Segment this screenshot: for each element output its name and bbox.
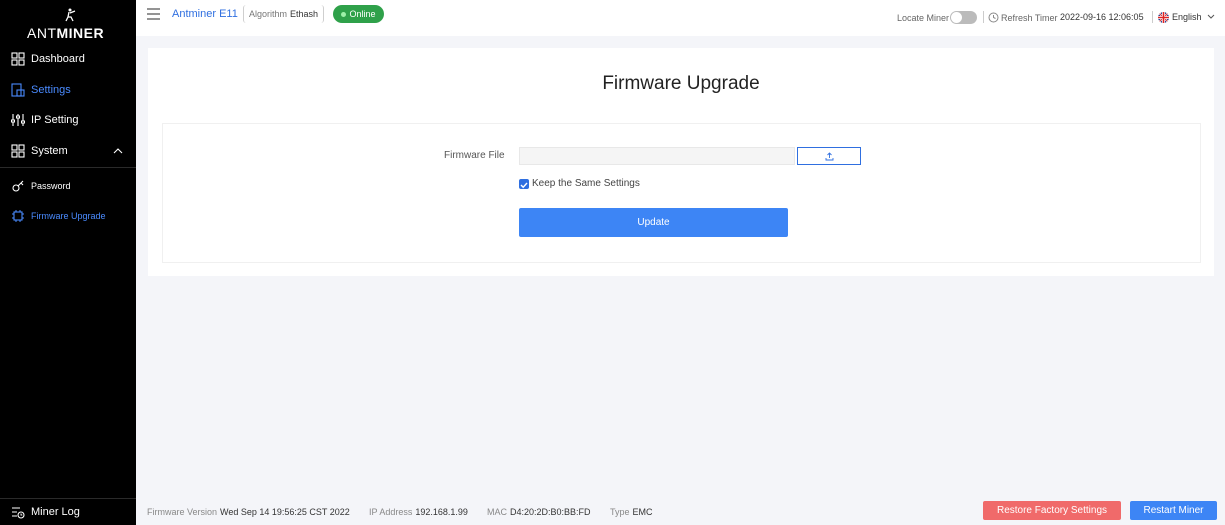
type-info: Type EMC xyxy=(610,507,653,517)
algorithm-badge: Algorithm Ethash xyxy=(243,5,325,23)
chevron-up-icon[interactable] xyxy=(112,145,124,157)
refresh-timer-label: Refresh Timer xyxy=(1001,13,1058,23)
status-dot xyxy=(341,11,347,17)
ip-address-value: 192.168.1.99 xyxy=(415,507,468,517)
ip-address-label: IP Address xyxy=(369,507,413,517)
algorithm-value: Ethash xyxy=(290,9,319,19)
key-icon xyxy=(12,180,24,192)
miner-figure-icon xyxy=(65,8,76,22)
status-badge: Online xyxy=(333,5,384,23)
toggle-knob xyxy=(951,12,962,23)
chevron-down-icon[interactable] xyxy=(1207,14,1215,20)
miner-model: Antminer E11 xyxy=(172,8,238,20)
upload-button[interactable] xyxy=(797,147,861,165)
firmware-version-value: Wed Sep 14 19:56:25 CST 2022 xyxy=(220,507,350,517)
firmware-version-label: Firmware Version xyxy=(147,507,218,517)
dashboard-icon xyxy=(11,52,25,66)
status-text: Online xyxy=(349,9,376,19)
system-icon xyxy=(11,144,25,158)
ip-address-info: IP Address 192.168.1.99 xyxy=(369,507,468,517)
sidebar-item-settings[interactable]: Settings xyxy=(0,76,136,104)
language-selector[interactable]: English xyxy=(1172,12,1202,22)
restore-factory-settings-button[interactable]: Restore Factory Settings xyxy=(983,501,1121,520)
settings-icon xyxy=(11,83,25,97)
log-icon xyxy=(12,507,25,519)
clock-icon xyxy=(988,12,999,23)
firmware-version-info: Firmware Version Wed Sep 14 19:56:25 CST … xyxy=(147,507,350,517)
checkmark-icon xyxy=(520,182,528,189)
sidebar-item-miner-log[interactable]: Miner Log xyxy=(0,498,136,525)
sidebar-item-label: Dashboard xyxy=(31,53,85,65)
algorithm-label: Algorithm xyxy=(249,9,288,19)
type-value: EMC xyxy=(632,507,653,517)
sidebar-item-dashboard[interactable]: Dashboard xyxy=(0,45,136,73)
logo-text: ANTMINER xyxy=(27,25,105,41)
sidebar: ANTMINER Dashboard Settings IP Setting S… xyxy=(0,0,136,525)
firmware-form-panel xyxy=(162,123,1201,263)
sidebar-item-label: Password xyxy=(31,181,71,191)
top-header: Antminer E11 Algorithm Ethash Online Loc… xyxy=(136,0,1225,36)
sidebar-item-label: Firmware Upgrade xyxy=(31,211,106,221)
mac-label: MAC xyxy=(487,507,507,517)
uk-flag-icon xyxy=(1158,12,1169,23)
sidebar-item-system[interactable]: System xyxy=(0,137,136,165)
restart-miner-button[interactable]: Restart Miner xyxy=(1130,501,1217,520)
sidebar-item-label: Settings xyxy=(31,84,71,96)
refresh-timer-value: 2022-09-16 12:06:05 xyxy=(1060,12,1144,22)
sidebar-item-label: System xyxy=(31,145,68,157)
mac-info: MAC D4:20:2D:B0:BB:FD xyxy=(487,507,591,517)
antminer-logo: ANTMINER xyxy=(27,8,107,41)
upload-icon xyxy=(825,151,833,160)
sidebar-item-ip-setting[interactable]: IP Setting xyxy=(0,106,136,134)
hamburger-menu-icon[interactable] xyxy=(147,8,160,20)
status-footer: Firmware Version Wed Sep 14 19:56:25 CST … xyxy=(136,497,1225,525)
locate-miner-label: Locate Miner xyxy=(897,13,950,23)
header-separator xyxy=(983,11,984,23)
locate-miner-toggle[interactable] xyxy=(950,11,977,24)
sidebar-item-label: IP Setting xyxy=(31,114,79,126)
keep-settings-label: Keep the Same Settings xyxy=(532,178,640,189)
page-title: Firmware Upgrade xyxy=(602,73,760,94)
sidebar-item-firmware-upgrade[interactable]: Firmware Upgrade xyxy=(0,202,136,230)
sidebar-item-password[interactable]: Password xyxy=(0,172,136,200)
mac-value: D4:20:2D:B0:BB:FD xyxy=(510,507,591,517)
firmware-file-input[interactable] xyxy=(519,147,795,165)
type-label: Type xyxy=(610,507,630,517)
header-separator xyxy=(1152,11,1153,23)
sliders-icon xyxy=(11,114,25,126)
sidebar-divider xyxy=(0,167,136,168)
firmware-upgrade-card: Firmware Upgrade Firmware File Keep the … xyxy=(148,48,1214,276)
miner-log-label: Miner Log xyxy=(31,506,80,518)
keep-settings-checkbox[interactable] xyxy=(519,179,529,189)
update-button[interactable]: Update xyxy=(519,208,788,237)
chip-icon xyxy=(12,210,24,222)
firmware-file-label: Firmware File xyxy=(444,150,505,161)
